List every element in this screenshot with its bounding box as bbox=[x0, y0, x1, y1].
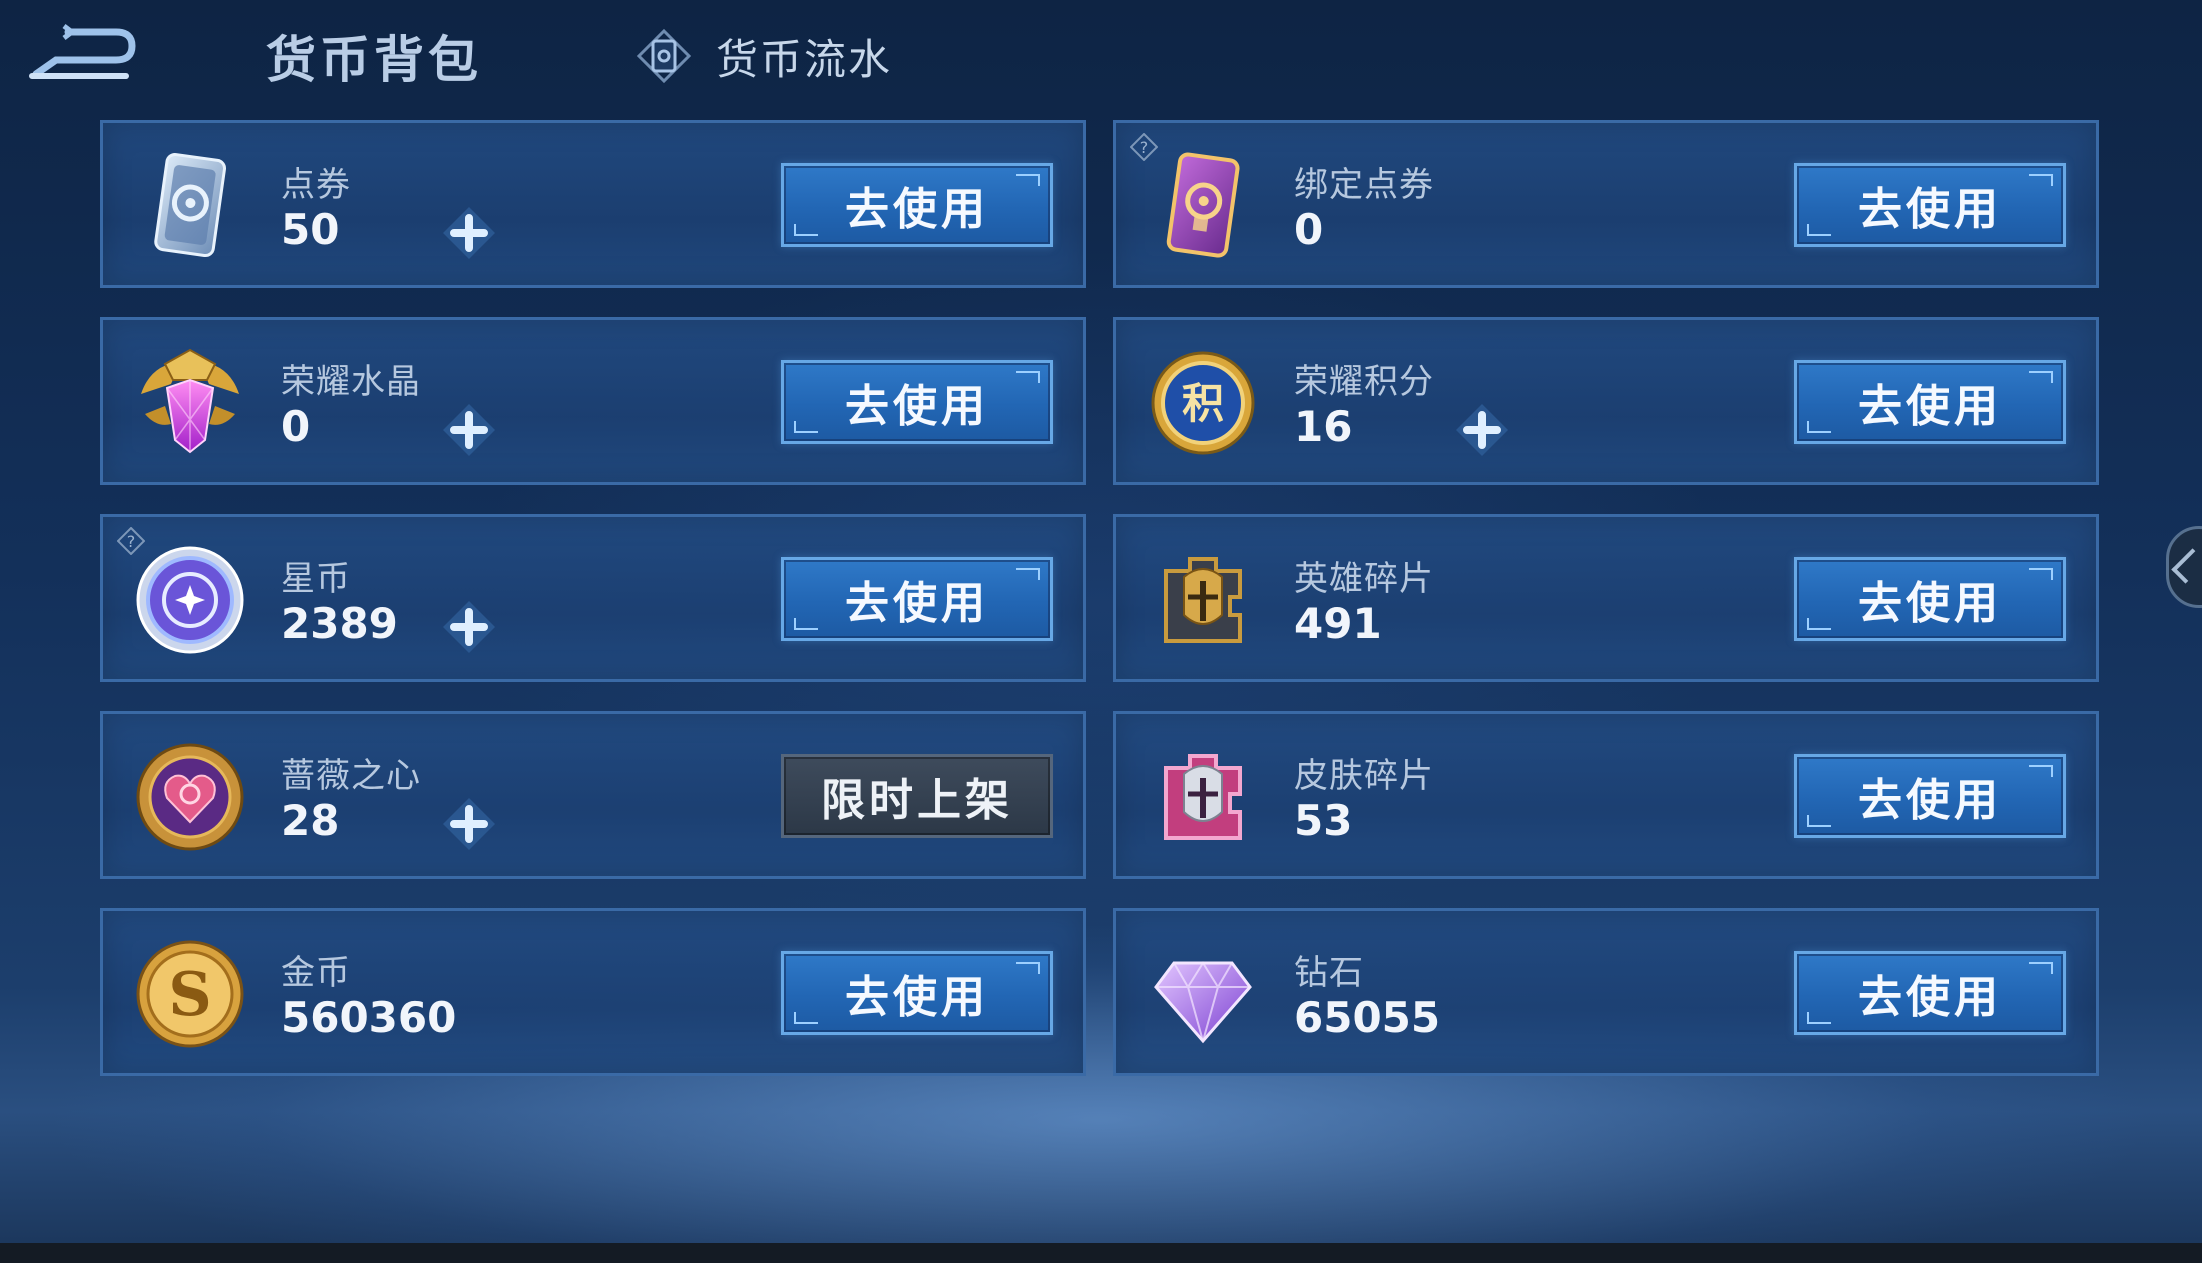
gold-coin-icon: S bbox=[136, 940, 244, 1048]
currency-card-skin-fragment: 皮肤碎片 53 去使用 bbox=[1113, 711, 2099, 879]
currency-amount: 28 bbox=[281, 796, 340, 845]
currency-name: 点券 bbox=[281, 165, 351, 205]
glory-points-icon: 积 bbox=[1151, 351, 1255, 455]
use-gold-coin-button[interactable]: 去使用 bbox=[781, 951, 1053, 1035]
use-hero-fragment-button[interactable]: 去使用 bbox=[1794, 557, 2066, 641]
currency-name: 绑定点券 bbox=[1294, 165, 1434, 205]
currency-amount: 2389 bbox=[281, 599, 398, 648]
currency-card-coupon: 点券 50 去使用 bbox=[100, 120, 1086, 288]
use-button-label: 去使用 bbox=[1858, 972, 2002, 1023]
use-star-coin-button[interactable]: 去使用 bbox=[781, 557, 1053, 641]
glory-crystal-icon bbox=[141, 348, 239, 454]
currency-name: 金币 bbox=[281, 953, 351, 993]
currency-amount: 16 bbox=[1294, 402, 1353, 451]
currency-card-diamond: 钻石 65055 去使用 bbox=[1113, 908, 2099, 1076]
use-diamond-button[interactable]: 去使用 bbox=[1794, 951, 2066, 1035]
limited-button-label: 限时上架 bbox=[821, 775, 1013, 826]
page-title: 货币背包 bbox=[266, 31, 482, 89]
use-coupon-button[interactable]: 去使用 bbox=[781, 163, 1053, 247]
add-star-coin-plus-icon[interactable] bbox=[439, 597, 499, 657]
use-button-label: 去使用 bbox=[1858, 381, 2002, 432]
use-button-label: 去使用 bbox=[845, 381, 989, 432]
use-glory-crystal-button[interactable]: 去使用 bbox=[781, 360, 1053, 444]
side-drawer-handle[interactable] bbox=[2166, 526, 2202, 608]
use-button-label: 去使用 bbox=[1858, 184, 2002, 235]
currency-flow-icon bbox=[636, 28, 692, 84]
currency-card-bound-coupon: ? 绑定点券 0 去使用 bbox=[1113, 120, 2099, 288]
back-button[interactable] bbox=[28, 22, 144, 84]
currency-card-gold-coin: S 金币 560360 去使用 bbox=[100, 908, 1086, 1076]
svg-text:积: 积 bbox=[1182, 379, 1224, 428]
currency-amount: 65055 bbox=[1294, 993, 1441, 1042]
currency-amount: 53 bbox=[1294, 796, 1353, 845]
currency-name: 星币 bbox=[281, 559, 351, 599]
currency-amount: 491 bbox=[1294, 599, 1382, 648]
currency-amount: 560360 bbox=[281, 993, 457, 1042]
use-button-label: 去使用 bbox=[845, 184, 989, 235]
currency-card-glory-crystal: 荣耀水晶 0 去使用 bbox=[100, 317, 1086, 485]
back-arrow-icon bbox=[29, 24, 136, 79]
currency-flow-label: 货币流水 bbox=[716, 34, 893, 84]
add-coupon-plus-icon[interactable] bbox=[439, 203, 499, 263]
currency-name: 钻石 bbox=[1294, 953, 1364, 993]
currency-bag-screen: { "header": { "title": "货币背包", "flow_tab… bbox=[0, 0, 2202, 1263]
currency-name: 皮肤碎片 bbox=[1294, 756, 1434, 796]
currency-name: 荣耀水晶 bbox=[281, 362, 421, 402]
rose-heart-icon bbox=[136, 743, 244, 851]
currency-card-rose-heart: 蔷薇之心 28 限时上架 bbox=[100, 711, 1086, 879]
currency-name: 蔷薇之心 bbox=[281, 756, 421, 796]
limited-time-button[interactable]: 限时上架 bbox=[781, 754, 1053, 838]
use-button-label: 去使用 bbox=[1858, 775, 2002, 826]
svg-text:S: S bbox=[168, 960, 211, 1030]
chevron-left-icon bbox=[2171, 548, 2202, 584]
coupon-icon bbox=[154, 152, 227, 258]
add-glory-points-plus-icon[interactable] bbox=[1452, 400, 1512, 460]
currency-card-glory-points: 积 荣耀积分 16 去使用 bbox=[1113, 317, 2099, 485]
currency-amount: 0 bbox=[1294, 205, 1324, 254]
hero-fragment-icon bbox=[1164, 557, 1242, 643]
currency-grid: 点券 50 去使用 ? 绑定点券 0 去使用 荣耀水晶 0 去使用 积 荣耀积分… bbox=[100, 120, 2099, 1076]
currency-card-hero-fragment: 英雄碎片 491 去使用 bbox=[1113, 514, 2099, 682]
currency-flow-tab[interactable]: 货币流水 bbox=[636, 26, 892, 86]
star-coin-icon bbox=[136, 546, 244, 654]
add-rose-heart-plus-icon[interactable] bbox=[439, 794, 499, 854]
use-bound-coupon-button[interactable]: 去使用 bbox=[1794, 163, 2066, 247]
currency-amount: 50 bbox=[281, 205, 340, 254]
add-glory-crystal-plus-icon[interactable] bbox=[439, 400, 499, 460]
currency-amount: 0 bbox=[281, 402, 311, 451]
use-skin-fragment-button[interactable]: 去使用 bbox=[1794, 754, 2066, 838]
currency-name: 荣耀积分 bbox=[1294, 362, 1434, 402]
bound-coupon-icon bbox=[1166, 152, 1240, 258]
use-button-label: 去使用 bbox=[1858, 578, 2002, 629]
use-button-label: 去使用 bbox=[845, 972, 989, 1023]
currency-card-star-coin: ? 星币 2389 去使用 bbox=[100, 514, 1086, 682]
use-button-label: 去使用 bbox=[845, 578, 989, 629]
currency-name: 英雄碎片 bbox=[1294, 559, 1434, 599]
diamond-icon bbox=[1154, 961, 1252, 1044]
use-glory-points-button[interactable]: 去使用 bbox=[1794, 360, 2066, 444]
skin-fragment-icon bbox=[1164, 754, 1242, 840]
